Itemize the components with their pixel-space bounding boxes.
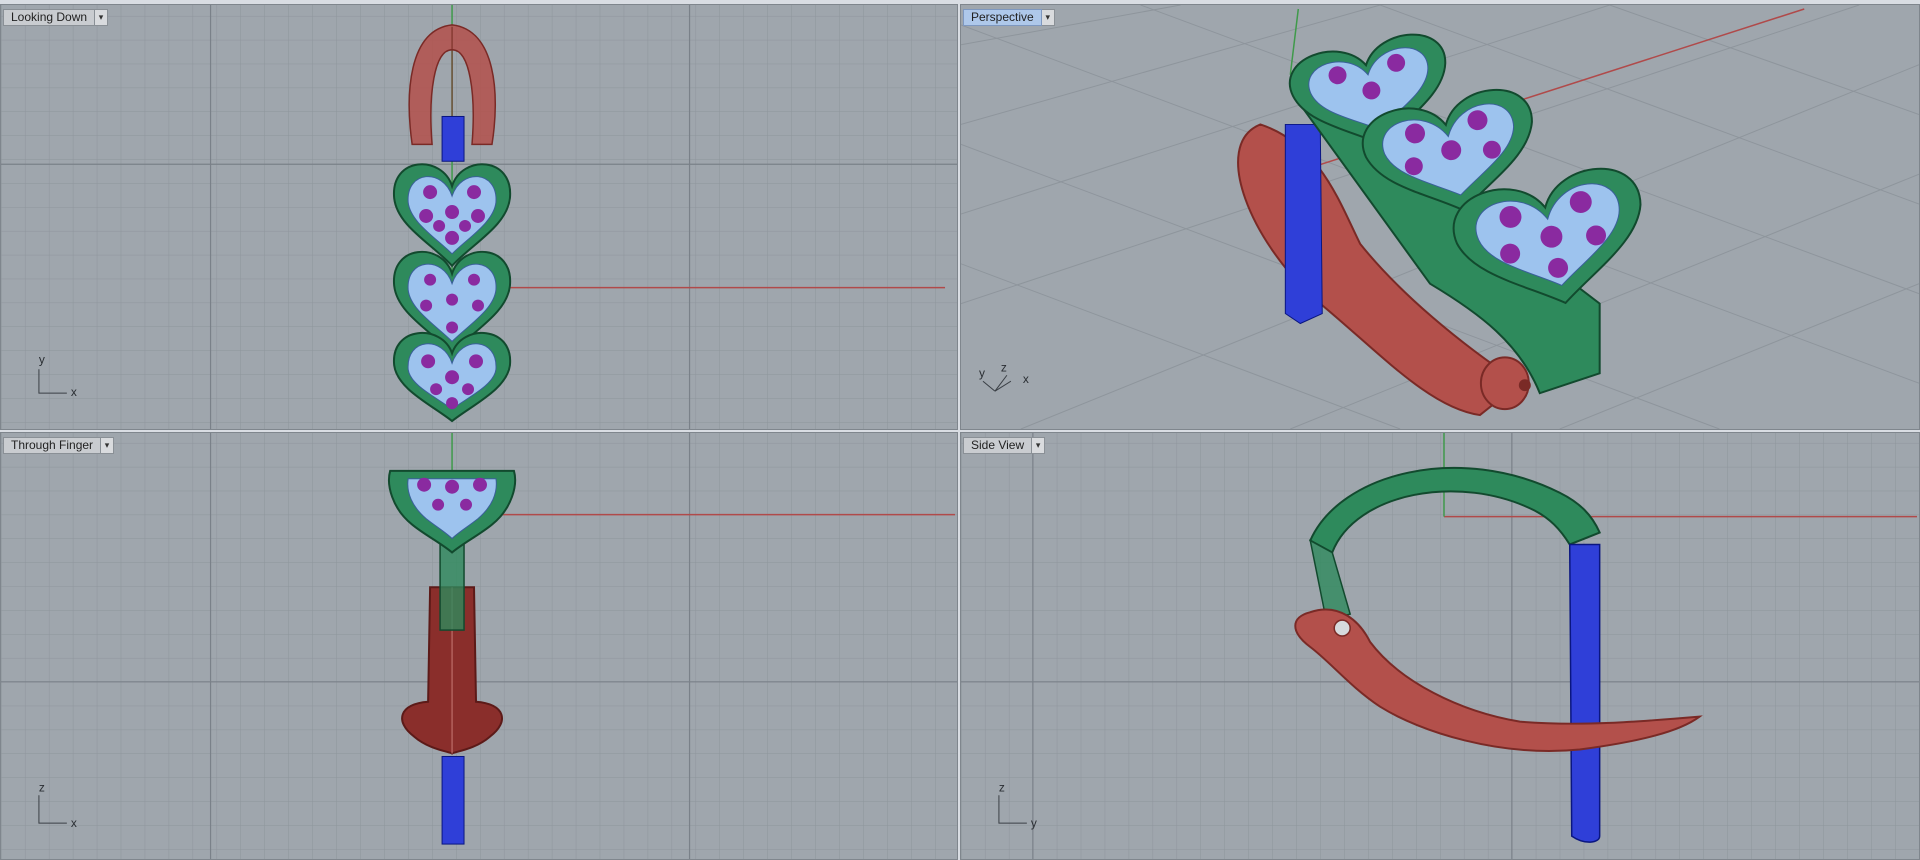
blue-part bbox=[441, 115, 465, 162]
chevron-down-icon[interactable]: ▾ bbox=[101, 437, 115, 454]
blue-part bbox=[1284, 123, 1323, 325]
triad-h-label: x bbox=[1023, 372, 1029, 386]
viewport-title[interactable]: Looking Down bbox=[3, 9, 96, 26]
triad-h-label: x bbox=[71, 385, 77, 399]
viewport-looking-down[interactable]: y x Looking Down ▾ bbox=[0, 4, 958, 430]
triad-d-label: y bbox=[979, 366, 985, 380]
viewport-tab[interactable]: Side View ▾ bbox=[963, 437, 1046, 454]
viewport-tab[interactable]: Perspective ▾ bbox=[963, 9, 1055, 26]
triad-h-label: x bbox=[71, 816, 77, 830]
viewport-canvas[interactable]: y x bbox=[1, 5, 957, 429]
viewport-through-finger[interactable]: z x Through Finger ▾ bbox=[0, 432, 958, 860]
viewport-canvas[interactable]: z y x bbox=[961, 5, 1919, 429]
viewport-canvas[interactable]: z x bbox=[1, 433, 957, 859]
viewport-title[interactable]: Side View bbox=[963, 437, 1033, 454]
triad-v-label: z bbox=[39, 780, 45, 794]
viewport-title[interactable]: Perspective bbox=[963, 9, 1042, 26]
viewport-title[interactable]: Through Finger bbox=[3, 437, 102, 454]
triad-v-label: y bbox=[39, 352, 45, 366]
viewport-perspective[interactable]: z y x Perspective ▾ bbox=[960, 4, 1920, 430]
axis-triad bbox=[982, 374, 1012, 392]
triad-v-label: z bbox=[999, 780, 1005, 794]
viewport-side-view[interactable]: z y Side View ▾ bbox=[960, 432, 1920, 860]
triad-v-label: z bbox=[1001, 360, 1007, 374]
chevron-down-icon[interactable]: ▾ bbox=[1041, 9, 1055, 26]
blue-part bbox=[441, 755, 465, 845]
viewport-tab[interactable]: Through Finger ▾ bbox=[3, 437, 115, 454]
blue-part bbox=[1568, 543, 1601, 843]
chevron-down-icon[interactable]: ▾ bbox=[1032, 437, 1046, 454]
viewport-tab[interactable]: Looking Down ▾ bbox=[3, 9, 109, 26]
viewport-canvas[interactable]: z y bbox=[961, 433, 1919, 859]
triad-h-label: y bbox=[1031, 816, 1037, 830]
chevron-down-icon[interactable]: ▾ bbox=[95, 9, 109, 26]
